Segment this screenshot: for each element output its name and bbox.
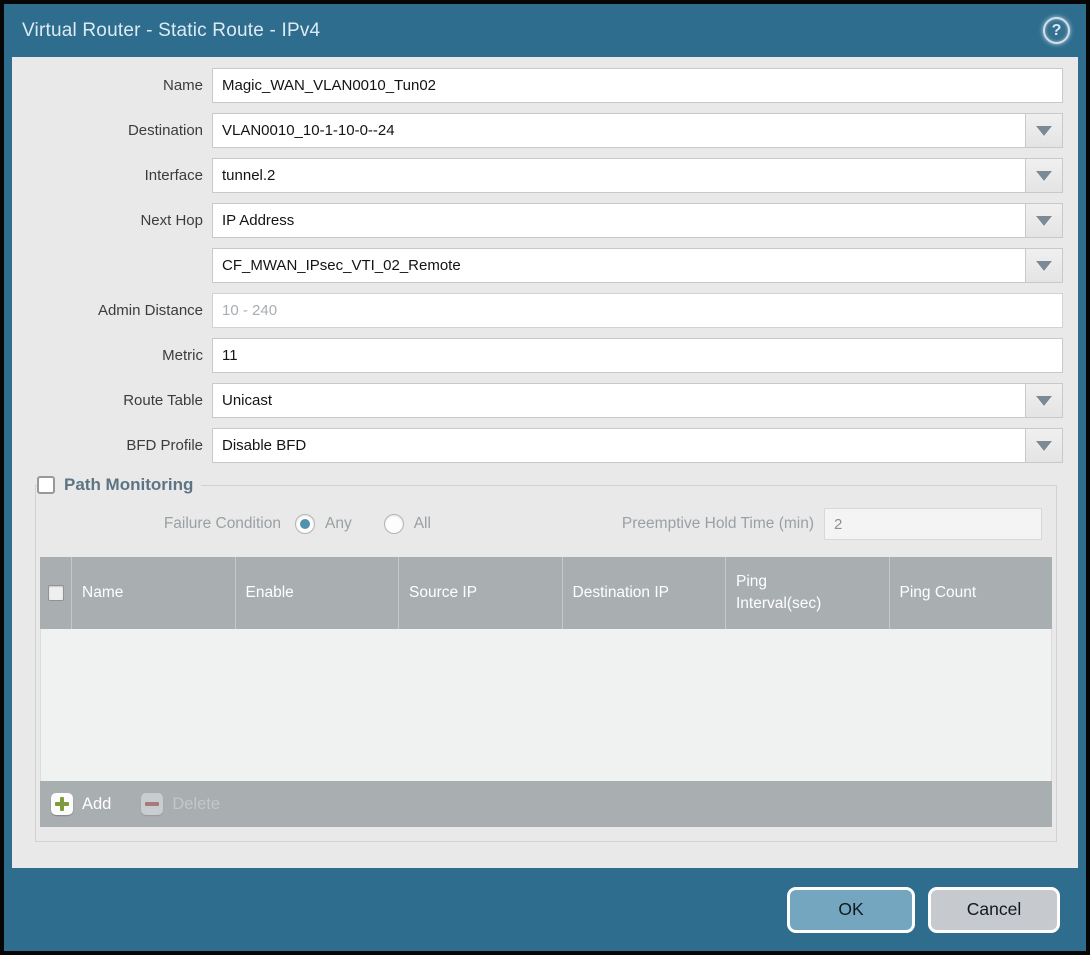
next-hop-address-input[interactable] [212, 248, 1063, 283]
chevron-down-icon [1036, 171, 1052, 181]
delete-button[interactable]: Delete [141, 793, 220, 815]
bfd-profile-label: BFD Profile [12, 437, 212, 454]
admin-distance-field-wrap [212, 293, 1063, 328]
next-hop-type-input[interactable] [212, 203, 1063, 238]
next-hop-address-field-wrap [212, 248, 1063, 283]
dialog-content: Name Destination Interface [12, 57, 1078, 868]
failure-condition-label: Failure Condition [40, 515, 295, 533]
chevron-down-icon [1036, 396, 1052, 406]
metric-row: Metric [12, 338, 1063, 373]
route-table-field-wrap [212, 383, 1063, 418]
path-monitoring-table: Name Enable Source IP Destination IP Pin… [40, 557, 1052, 827]
destination-dropdown-button[interactable] [1025, 113, 1063, 148]
table-header-checkbox-cell [40, 557, 72, 629]
failure-condition-option-any[interactable]: Any [295, 514, 352, 534]
interface-label: Interface [12, 167, 212, 184]
bfd-profile-field-wrap [212, 428, 1063, 463]
next-hop-address-row [12, 248, 1063, 283]
interface-field-wrap [212, 158, 1063, 193]
column-header-destination-ip: Destination IP [563, 557, 727, 629]
destination-field-wrap [212, 113, 1063, 148]
chevron-down-icon [1036, 261, 1052, 271]
name-field-wrap [212, 68, 1063, 103]
table-body-empty [40, 629, 1052, 781]
name-input[interactable] [212, 68, 1063, 103]
path-monitoring-section: Path Monitoring Failure Condition Any Al… [35, 475, 1057, 842]
delete-icon [141, 793, 163, 815]
bfd-profile-input[interactable] [212, 428, 1063, 463]
chevron-down-icon [1036, 216, 1052, 226]
preemptive-hold-time-input[interactable] [824, 508, 1042, 540]
interface-dropdown-button[interactable] [1025, 158, 1063, 193]
route-table-label: Route Table [12, 392, 212, 409]
radio-all-icon[interactable] [384, 514, 404, 534]
add-icon [51, 793, 73, 815]
interface-row: Interface [12, 158, 1063, 193]
radio-any-icon[interactable] [295, 514, 315, 534]
radio-any-label: Any [325, 515, 352, 533]
admin-distance-row: Admin Distance [12, 293, 1063, 328]
bfd-profile-row: BFD Profile [12, 428, 1063, 463]
column-header-name: Name [72, 557, 236, 629]
column-header-source-ip: Source IP [399, 557, 563, 629]
next-hop-field-wrap [212, 203, 1063, 238]
next-hop-dropdown-button[interactable] [1025, 203, 1063, 238]
add-button[interactable]: Add [51, 793, 111, 815]
dialog-title: Virtual Router - Static Route - IPv4 [22, 20, 320, 42]
interface-input[interactable] [212, 158, 1063, 193]
select-all-checkbox[interactable] [48, 585, 64, 601]
column-header-ping-count: Ping Count [890, 557, 1053, 629]
next-hop-label: Next Hop [12, 212, 212, 229]
add-button-label: Add [82, 795, 111, 814]
destination-row: Destination [12, 113, 1063, 148]
metric-field-wrap [212, 338, 1063, 373]
table-toolbar: Add Delete [40, 781, 1052, 827]
table-header: Name Enable Source IP Destination IP Pin… [40, 557, 1052, 629]
cancel-button[interactable]: Cancel [928, 887, 1060, 933]
metric-label: Metric [12, 347, 212, 364]
title-bar: Virtual Router - Static Route - IPv4 ? [4, 4, 1086, 57]
route-table-row: Route Table [12, 383, 1063, 418]
path-monitoring-legend: Path Monitoring [37, 475, 201, 495]
chevron-down-icon [1036, 126, 1052, 136]
dialog-footer: OK Cancel [4, 868, 1086, 951]
delete-button-label: Delete [172, 795, 220, 814]
destination-label: Destination [12, 122, 212, 139]
ok-button[interactable]: OK [787, 887, 915, 933]
failure-condition-option-all[interactable]: All [384, 514, 431, 534]
help-icon[interactable]: ? [1043, 17, 1070, 44]
chevron-down-icon [1036, 441, 1052, 451]
admin-distance-input[interactable] [212, 293, 1063, 328]
failure-condition-row: Failure Condition Any All Preemptive Hol… [40, 507, 1042, 541]
static-route-dialog: Virtual Router - Static Route - IPv4 ? N… [0, 0, 1090, 955]
path-monitoring-checkbox[interactable] [37, 476, 55, 494]
route-table-input[interactable] [212, 383, 1063, 418]
route-table-dropdown-button[interactable] [1025, 383, 1063, 418]
radio-all-label: All [414, 515, 431, 533]
column-header-ping-interval: Ping Interval(sec) [726, 557, 890, 629]
preemptive-hold-time-label: Preemptive Hold Time (min) [463, 515, 824, 533]
path-monitoring-title: Path Monitoring [64, 475, 193, 495]
name-row: Name [12, 68, 1063, 103]
bfd-profile-dropdown-button[interactable] [1025, 428, 1063, 463]
next-hop-row: Next Hop [12, 203, 1063, 238]
destination-input[interactable] [212, 113, 1063, 148]
name-label: Name [12, 77, 212, 94]
next-hop-address-dropdown-button[interactable] [1025, 248, 1063, 283]
admin-distance-label: Admin Distance [12, 302, 212, 319]
metric-input[interactable] [212, 338, 1063, 373]
column-header-enable: Enable [236, 557, 400, 629]
